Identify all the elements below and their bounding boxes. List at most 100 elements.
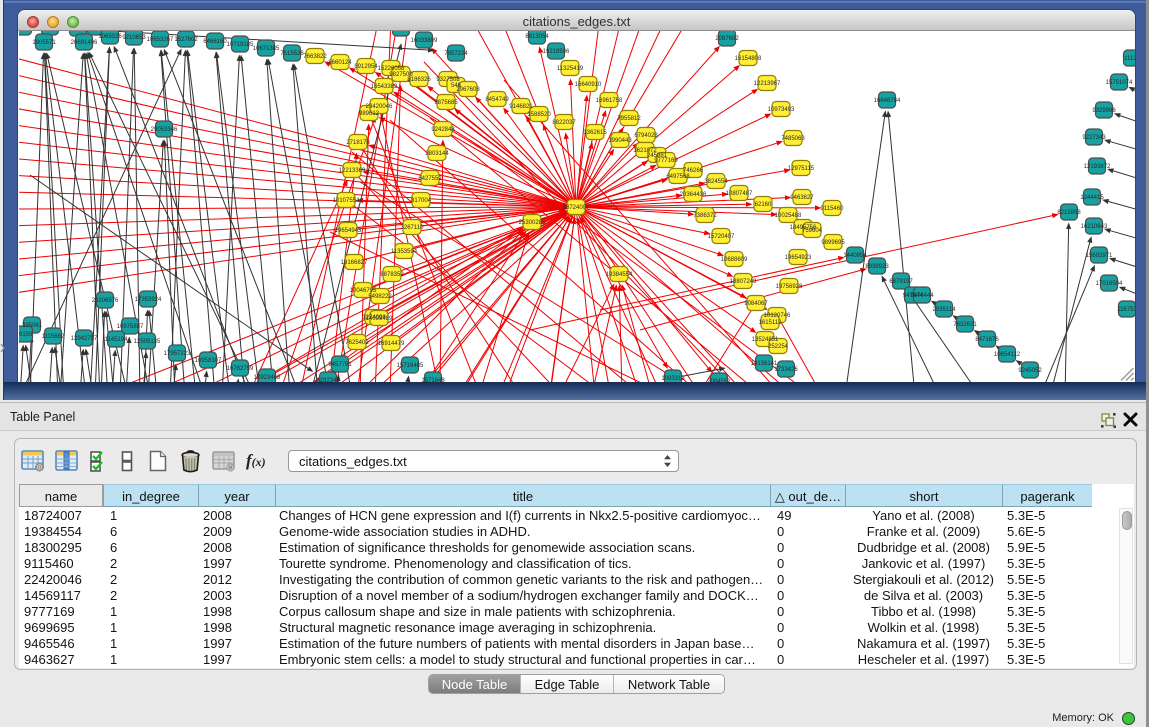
svg-text:19384554: 19384554: [606, 272, 633, 278]
svg-text:1733426: 1733426: [774, 367, 798, 373]
svg-text:25300285: 25300285: [519, 220, 546, 226]
svg-text:10671385: 10671385: [253, 46, 280, 52]
svg-text:9227343: 9227343: [1082, 135, 1106, 141]
svg-text:12942757: 12942757: [71, 336, 98, 342]
svg-text:7632621: 7632621: [953, 322, 977, 328]
svg-text:9463627: 9463627: [790, 195, 814, 201]
svg-text:17957223: 17957223: [164, 351, 191, 357]
svg-text:10688609: 10688609: [721, 257, 748, 263]
svg-text:116753: 116753: [1117, 307, 1135, 313]
svg-text:817004: 817004: [411, 198, 432, 204]
svg-text:9474444: 9474444: [910, 293, 934, 299]
svg-text:62160: 62160: [755, 202, 772, 208]
svg-text:15692971: 15692971: [1086, 253, 1113, 259]
svg-text:19756928: 19756928: [776, 284, 803, 290]
svg-text:10973493: 10973493: [768, 107, 795, 113]
svg-text:1145194: 1145194: [105, 337, 129, 343]
svg-text:20691406: 20691406: [71, 40, 98, 46]
svg-text:18724007: 18724007: [563, 205, 590, 211]
svg-text:1292346: 1292346: [316, 378, 340, 382]
svg-text:8454749: 8454749: [485, 97, 509, 103]
svg-text:19654943: 19654943: [335, 228, 362, 234]
svg-text:6794028: 6794028: [634, 133, 658, 139]
svg-text:7485063: 7485063: [781, 136, 805, 142]
svg-text:7663822: 7663822: [303, 54, 327, 60]
svg-text:17353924: 17353924: [135, 297, 162, 303]
svg-text:6497568: 6497568: [666, 174, 690, 180]
svg-text:1244415: 1244415: [1080, 195, 1104, 201]
svg-text:9210653: 9210653: [122, 35, 146, 41]
svg-text:9242848: 9242848: [431, 127, 455, 133]
svg-text:1093313: 1093313: [661, 376, 685, 382]
svg-text:17016504: 17016504: [1096, 281, 1123, 287]
svg-text:9084067: 9084067: [744, 301, 768, 307]
svg-text:2967608: 2967608: [456, 87, 480, 93]
svg-text:13524851: 13524851: [752, 337, 779, 343]
svg-text:16648784: 16648784: [874, 98, 901, 104]
svg-text:2803144: 2803144: [425, 151, 449, 157]
svg-text:14099489: 14099489: [366, 316, 393, 322]
svg-text:16033809: 16033809: [411, 38, 438, 44]
svg-text:19654923: 19654923: [785, 255, 812, 261]
svg-text:9115460: 9115460: [821, 206, 845, 212]
svg-text:759604: 759604: [802, 228, 823, 234]
svg-text:6466160: 6466160: [203, 39, 227, 45]
svg-text:1990443: 1990443: [608, 138, 632, 144]
svg-text:10975887: 10975887: [117, 324, 144, 330]
svg-text:6879197: 6879197: [889, 279, 913, 285]
svg-text:12923468: 12923468: [254, 375, 281, 381]
svg-text:20364436: 20364436: [680, 192, 707, 198]
svg-text:989612: 989612: [359, 111, 380, 117]
svg-text:10958107: 10958107: [195, 358, 222, 364]
svg-text:8822037: 8822037: [552, 120, 576, 126]
svg-text:746266: 746266: [683, 168, 704, 174]
svg-text:1440954: 1440954: [843, 253, 867, 259]
svg-text:18807249: 18807249: [730, 279, 757, 285]
svg-text:1571648: 1571648: [421, 378, 445, 382]
svg-text:10654112: 10654112: [994, 352, 1021, 358]
svg-text:8878352: 8878352: [380, 272, 404, 278]
svg-text:16543382: 16543382: [371, 84, 398, 90]
svg-text:16782759: 16782759: [227, 366, 254, 372]
svg-text:9329966: 9329966: [1092, 108, 1116, 114]
svg-text:2935114: 2935114: [933, 307, 957, 313]
svg-text:11353594: 11353594: [391, 249, 418, 255]
svg-text:3824554: 3824554: [704, 179, 728, 185]
svg-text:8813054: 8813054: [525, 34, 549, 40]
svg-text:8660124: 8660124: [328, 60, 352, 66]
svg-text:7857224: 7857224: [444, 51, 468, 57]
svg-text:2084551: 2084551: [707, 379, 731, 382]
svg-text:9146821: 9146821: [509, 104, 533, 110]
svg-text:15716485: 15716485: [397, 363, 424, 369]
svg-text:7515526: 7515526: [280, 51, 304, 57]
svg-text:19218506: 19218506: [543, 49, 570, 55]
svg-text:10107554: 10107554: [333, 198, 360, 204]
svg-text:252254: 252254: [768, 344, 789, 350]
svg-text:20206576: 20206576: [92, 298, 119, 304]
svg-text:15751074: 15751074: [1106, 80, 1133, 86]
svg-text:7386372: 7386372: [693, 213, 717, 219]
svg-text:12193872: 12193872: [1084, 164, 1111, 170]
svg-text:10719185: 10719185: [227, 42, 254, 48]
svg-text:9899695: 9899695: [821, 240, 845, 246]
svg-text:15720407: 15720407: [708, 234, 735, 240]
svg-text:16640910: 16640910: [575, 82, 602, 88]
svg-text:16210643: 16210643: [1081, 224, 1108, 230]
svg-text:3267110: 3267110: [401, 225, 425, 231]
svg-text:2718176: 2718176: [346, 140, 370, 146]
svg-text:8215958: 8215958: [1057, 210, 1081, 216]
svg-text:5498222: 5498222: [368, 294, 392, 300]
svg-text:9777169: 9777169: [654, 158, 678, 164]
svg-text:1065326: 1065326: [98, 34, 122, 40]
svg-text:23420046: 23420046: [366, 104, 393, 110]
svg-text:2087682: 2087682: [715, 36, 739, 42]
svg-text:1615112: 1615112: [759, 320, 783, 326]
svg-text:9245052: 9245052: [1018, 368, 1042, 374]
svg-text:39159: 39159: [19, 332, 33, 338]
svg-text:16914479: 16914479: [378, 341, 405, 347]
svg-text:1115682: 1115682: [42, 334, 65, 340]
svg-text:1905571: 1905571: [32, 40, 56, 46]
svg-text:10120746: 10120746: [764, 313, 791, 319]
svg-text:7625402: 7625402: [345, 340, 369, 346]
svg-text:9457791: 9457791: [328, 362, 352, 368]
